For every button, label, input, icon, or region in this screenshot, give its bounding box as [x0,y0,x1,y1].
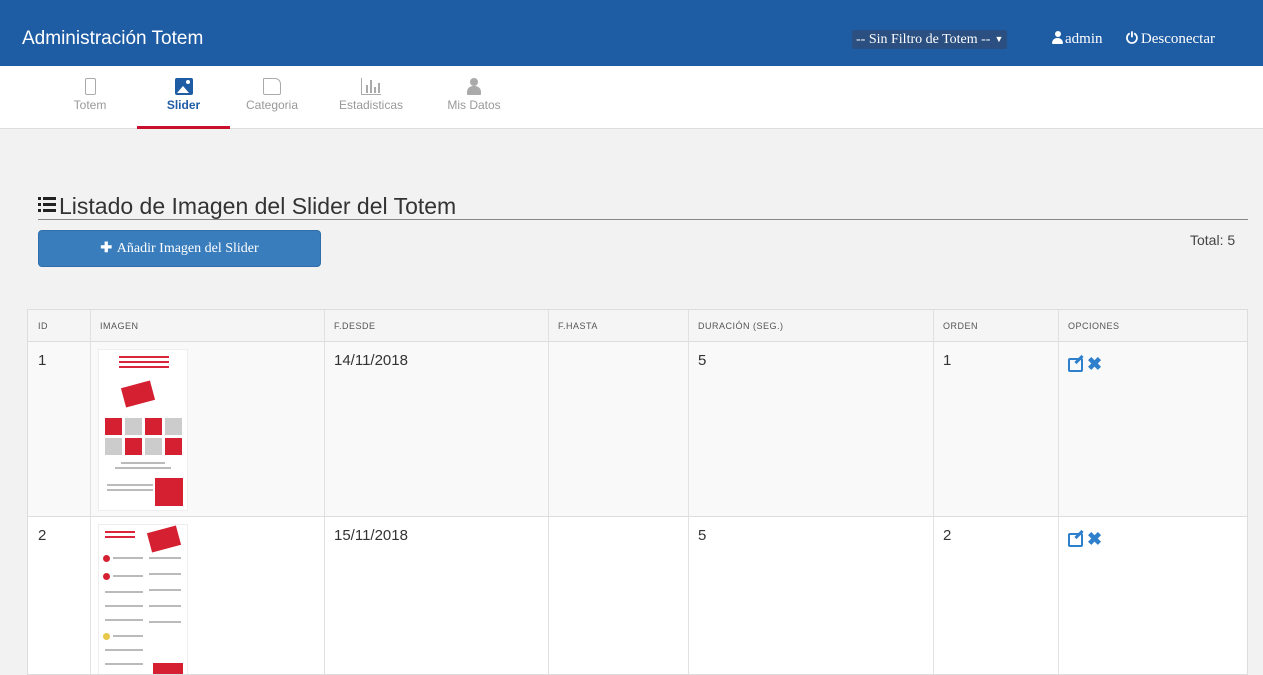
cell-f-desde: 15/11/2018 [334,527,408,544]
cell-f-desde: 14/11/2018 [334,352,408,369]
slider-image-thumbnail[interactable] [99,350,187,510]
table-row: 1 14/11/2018 5 1 ✖ [28,342,1247,517]
delete-icon[interactable]: ✖ [1087,354,1102,375]
page-heading: Listado de Imagen del Slider del Totem [38,193,1248,220]
logout-label: Desconectar [1140,31,1215,47]
column-divider [688,310,689,674]
power-icon: ⏻ [1126,31,1138,47]
add-slider-image-button[interactable]: ✚ Añadir Imagen del Slider [38,230,321,267]
table-row: 2 15/11/2018 5 2 ✖ [28,517,1247,674]
column-divider [933,310,934,674]
table-header-row: ID IMAGEN F.DESDE F.HASTA DURACIÓN (SEG.… [28,310,1247,342]
tab-label: Categoria [245,98,299,112]
cell-orden: 1 [943,352,952,369]
tab-slider[interactable]: Slider [137,66,230,129]
add-button-label: Añadir Imagen del Slider [116,241,259,256]
logout-link[interactable]: ⏻ Desconectar [1126,30,1215,49]
total-count: Total: 5 [1190,232,1236,248]
list-icon [38,197,56,213]
edit-icon[interactable] [1068,357,1083,372]
col-header-opciones: OPCIONES [1068,321,1120,331]
delete-icon[interactable]: ✖ [1087,529,1102,550]
tab-estadisticas[interactable]: Estadisticas [325,66,417,129]
tab-totem[interactable]: Totem [62,66,118,129]
column-divider [548,310,549,674]
user-icon [1052,31,1063,44]
slider-table: ID IMAGEN F.DESDE F.HASTA DURACIÓN (SEG.… [27,309,1248,675]
plus-icon: ✚ [100,241,113,256]
column-divider [324,310,325,674]
mobile-icon [84,78,96,95]
chevron-down-icon: ▼ [994,34,1004,44]
tab-label: Totem [73,98,107,112]
slider-image-thumbnail[interactable] [99,525,187,674]
edit-icon[interactable] [1068,532,1083,547]
bar-chart-icon [361,78,381,95]
folder-icon [263,78,281,95]
totem-filter-value: -- Sin Filtro de Totem -- [856,32,991,47]
col-header-f-hasta[interactable]: F.HASTA [548,310,598,342]
tab-categoria[interactable]: Categoria [232,66,312,129]
row-options: ✖ [1068,529,1102,550]
column-divider [90,310,91,674]
user-icon [467,78,481,95]
tab-label: Estadisticas [338,98,404,112]
cell-duracion: 5 [698,352,707,369]
tab-label: Mis Datos [447,98,501,112]
cell-orden: 2 [943,527,952,544]
page-title: Listado de Imagen del Slider del Totem [59,193,457,219]
app-title[interactable]: Administración Totem [22,28,203,50]
col-header-id[interactable]: ID [28,310,48,342]
row-options: ✖ [1068,354,1102,375]
image-icon [174,78,193,95]
cell-duracion: 5 [698,527,707,544]
col-header-imagen[interactable]: IMAGEN [90,310,139,342]
top-navbar: Administración Totem -- Sin Filtro de To… [0,0,1263,66]
user-name: admin [1065,31,1103,47]
col-header-orden[interactable]: ORDEN [933,310,978,342]
user-menu[interactable]: admin [1052,30,1103,49]
column-divider [1058,310,1059,674]
tab-label: Slider [166,98,201,112]
col-header-f-desde[interactable]: F.DESDE [324,310,376,342]
tab-mis-datos[interactable]: Mis Datos [434,66,514,129]
col-header-duracion[interactable]: DURACIÓN (SEG.) [688,310,784,342]
cell-id: 1 [38,352,47,369]
main-tabs: Totem Slider Categoria Estadisticas Mis … [0,66,1263,129]
cell-id: 2 [38,527,47,544]
totem-filter-select[interactable]: -- Sin Filtro de Totem -- ▼ [852,30,1008,49]
